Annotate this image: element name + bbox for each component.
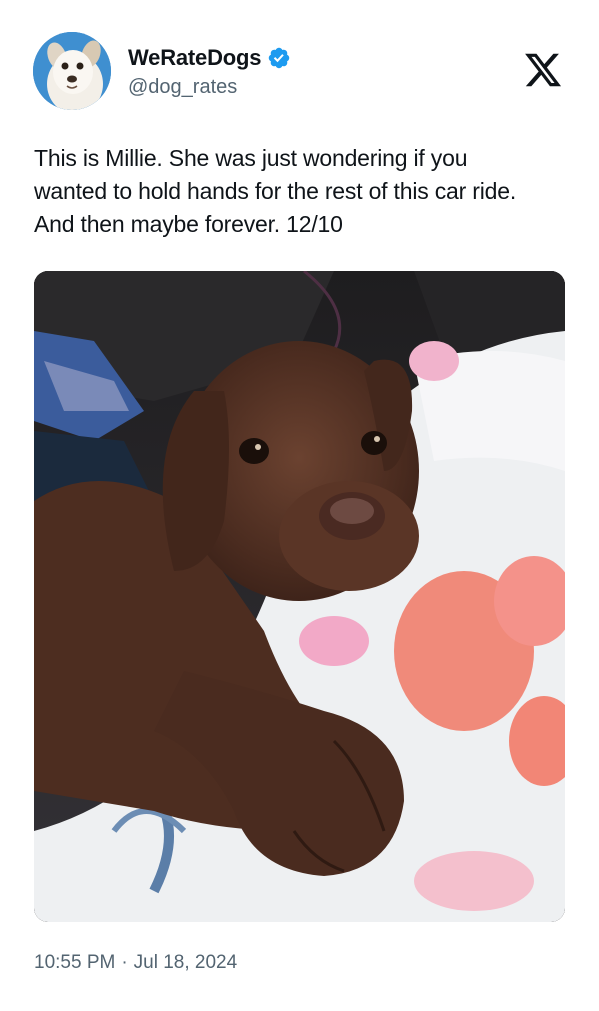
puppy-photo-image bbox=[34, 271, 565, 922]
x-logo-icon[interactable] bbox=[521, 50, 565, 90]
dog-avatar-icon[interactable] bbox=[33, 32, 111, 110]
tweet-date: Jul 18, 2024 bbox=[133, 952, 238, 973]
tweet-time: 10:55 PM bbox=[34, 952, 116, 973]
tweet-card: WeRateDogs @dog_rates This is Millie. Sh… bbox=[0, 0, 599, 1011]
tweet-timestamp[interactable]: 10:55 PM · Jul 18, 2024 bbox=[34, 952, 237, 974]
tweet-photo[interactable] bbox=[34, 271, 565, 922]
tweet-header: WeRateDogs @dog_rates bbox=[33, 32, 573, 112]
author-block: WeRateDogs @dog_rates bbox=[128, 44, 291, 99]
verified-badge-icon bbox=[267, 46, 291, 70]
author-display-name[interactable]: WeRateDogs bbox=[128, 45, 261, 71]
tweet-text: This is Millie. She was just wondering i… bbox=[34, 145, 517, 237]
meta-separator: · bbox=[121, 952, 128, 973]
author-handle[interactable]: @dog_rates bbox=[128, 76, 291, 99]
author-name-row: WeRateDogs bbox=[128, 44, 291, 72]
